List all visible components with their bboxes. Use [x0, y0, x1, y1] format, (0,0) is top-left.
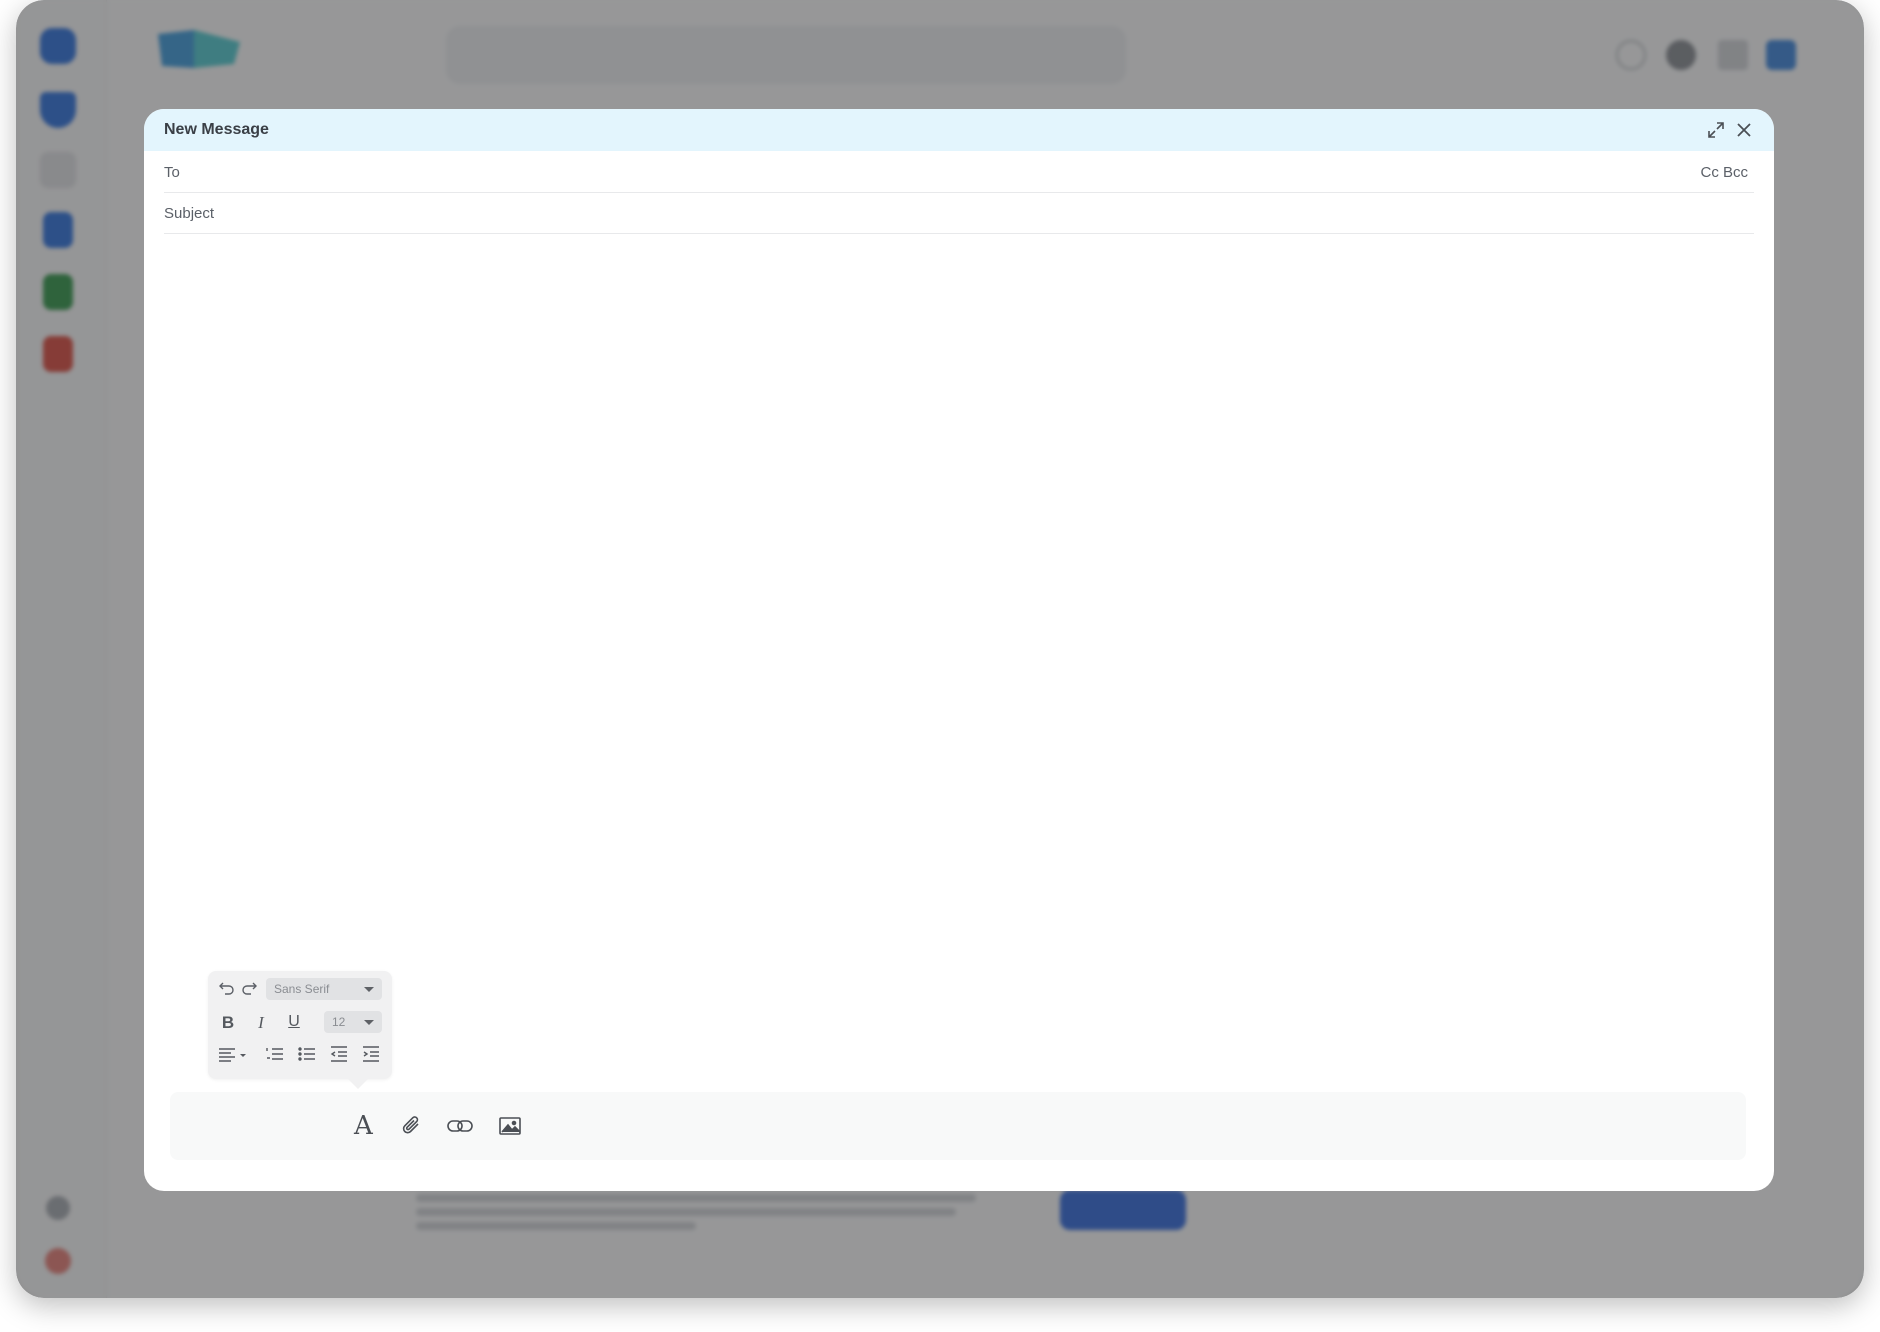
chevron-down-icon — [364, 987, 374, 992]
subject-label: Subject — [164, 205, 215, 222]
expand-icon[interactable] — [1706, 120, 1726, 140]
image-icon[interactable] — [498, 1114, 522, 1138]
bulleted-list-icon[interactable] — [298, 1045, 318, 1065]
format-popup: Sans Serif B I U 12 — [208, 971, 392, 1089]
compose-header: New Message — [144, 109, 1774, 151]
close-icon[interactable] — [1734, 120, 1754, 140]
app-window: New Message To Cc Bcc Subject Sans Serif… — [16, 0, 1864, 1298]
chevron-down-icon — [364, 1020, 374, 1025]
text-format-icon[interactable]: A — [354, 1113, 378, 1139]
align-left-icon[interactable] — [218, 1045, 248, 1065]
undo-icon[interactable] — [218, 979, 238, 999]
font-size-value: 12 — [332, 1015, 346, 1029]
to-label: To — [164, 164, 180, 181]
subject-input[interactable] — [234, 197, 1674, 231]
redo-icon[interactable] — [240, 979, 260, 999]
indent-decrease-icon[interactable] — [330, 1045, 350, 1065]
to-input[interactable] — [234, 156, 1674, 190]
font-family-value: Sans Serif — [274, 982, 330, 996]
bold-icon[interactable]: B — [218, 1013, 238, 1033]
underline-icon[interactable]: U — [284, 1013, 304, 1033]
link-icon[interactable] — [446, 1114, 474, 1138]
bottom-toolbar: A — [170, 1092, 1746, 1160]
font-size-select[interactable]: 12 — [324, 1011, 382, 1033]
compose-window: New Message To Cc Bcc Subject Sans Serif… — [144, 109, 1774, 1191]
italic-icon[interactable]: I — [251, 1013, 271, 1033]
subject-field: Subject — [164, 193, 1754, 234]
indent-increase-icon[interactable] — [362, 1045, 382, 1065]
cc-bcc-toggle[interactable]: Cc Bcc — [1700, 164, 1748, 181]
font-family-select[interactable]: Sans Serif — [266, 978, 382, 1000]
numbered-list-icon[interactable] — [266, 1045, 286, 1065]
message-body[interactable] — [164, 239, 1754, 1059]
to-field: To Cc Bcc — [164, 152, 1754, 193]
attachment-icon[interactable] — [400, 1114, 424, 1138]
compose-title: New Message — [164, 121, 269, 138]
